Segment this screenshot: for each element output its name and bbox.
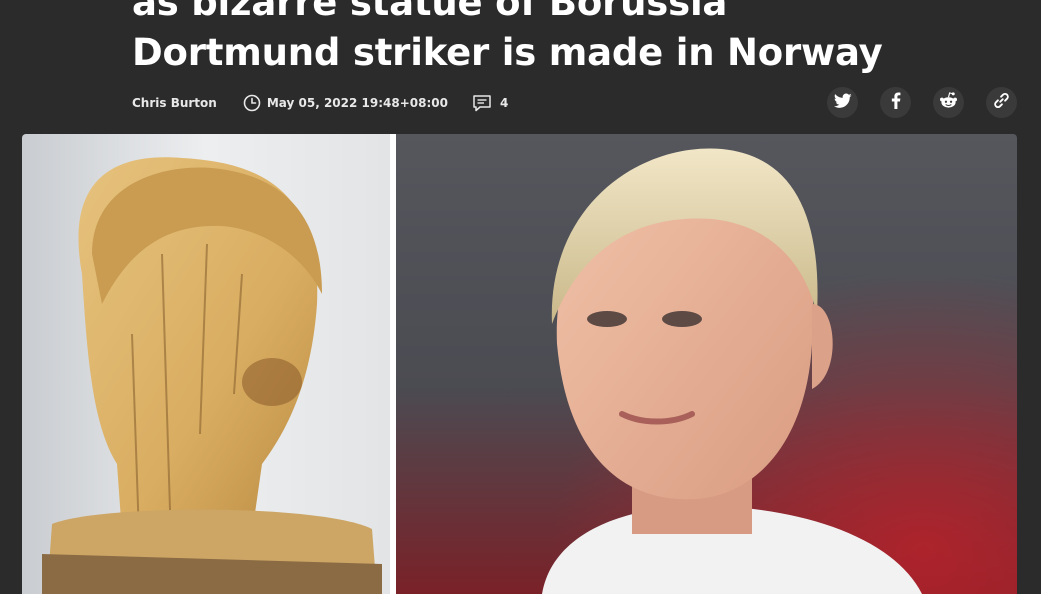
article-title: as bizarre statue of Borussia Dortmund s… [132,0,992,78]
article-meta: Chris Burton May 05, 2022 19:48+08:00 4 [132,92,508,114]
article-title-line-1: as bizarre statue of Borussia [132,0,728,24]
twitter-icon [833,93,852,113]
article-title-line-2: Dortmund striker is made in Norway [132,31,883,74]
share-twitter-button[interactable] [827,87,858,118]
share-reddit-button[interactable] [933,87,964,118]
comment-count[interactable]: 4 [500,96,508,110]
comment-icon[interactable] [472,94,492,112]
facebook-icon [891,92,901,113]
link-icon [993,92,1010,113]
copy-link-button[interactable] [986,87,1017,118]
statue-photo [22,134,390,594]
reddit-icon [939,92,958,113]
share-facebook-button[interactable] [880,87,911,118]
hero-image [22,134,1017,594]
publish-date: May 05, 2022 19:48+08:00 [266,96,448,110]
player-photo [396,134,1017,594]
clock-icon [243,94,261,112]
author-link[interactable]: Chris Burton [132,96,217,110]
share-buttons [827,87,1017,118]
